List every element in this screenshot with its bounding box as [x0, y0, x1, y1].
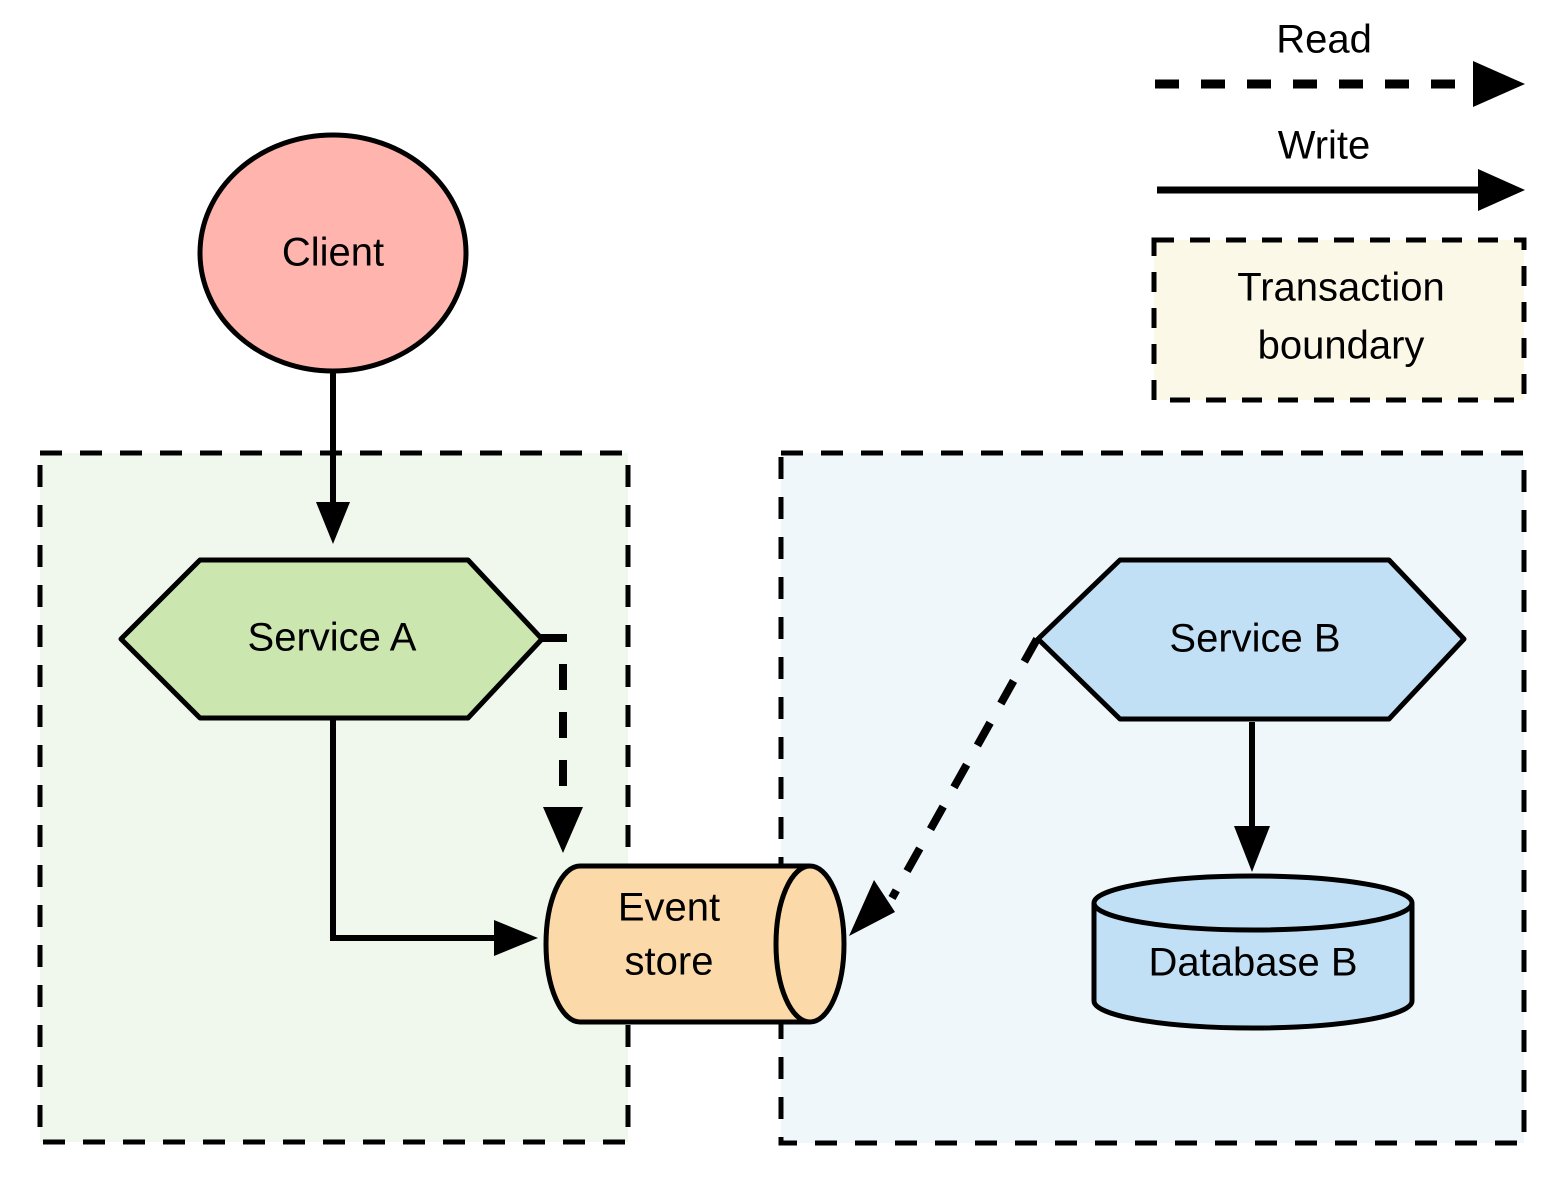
service-b-label: Service B: [1169, 617, 1340, 661]
legend-transaction-boundary: Transaction boundary: [1151, 237, 1527, 403]
arrowhead-icon: [1478, 169, 1525, 211]
node-event-store[interactable]: Event store: [543, 863, 847, 1025]
node-database-b[interactable]: Database B: [1091, 873, 1415, 1031]
legend-read-label: Read: [1276, 18, 1372, 62]
diagram-canvas: Client Service A Event store Service B D…: [0, 0, 1552, 1178]
event-store-label-line1: Event: [618, 886, 720, 930]
arrowhead-icon: [1473, 61, 1525, 107]
node-service-a[interactable]: Service A: [118, 557, 545, 721]
legend-write: Write: [1157, 124, 1525, 211]
legend-transaction-boundary-label-line1: Transaction: [1237, 266, 1445, 310]
legend-transaction-boundary-box: [1151, 237, 1527, 403]
node-service-b[interactable]: Service B: [1035, 557, 1467, 722]
architecture-diagram: Client Service A Event store Service B D…: [37, 18, 1527, 1146]
legend-write-label: Write: [1278, 124, 1371, 168]
event-store-label-line2: store: [625, 940, 714, 984]
service-b-transaction-boundary: [778, 450, 1527, 1146]
legend-transaction-boundary-label-line2: boundary: [1258, 324, 1425, 368]
service-a-label: Service A: [248, 616, 417, 660]
client-label: Client: [282, 231, 384, 275]
node-client[interactable]: Client: [197, 132, 469, 374]
legend-read: Read: [1155, 18, 1525, 107]
database-b-label: Database B: [1148, 941, 1357, 985]
